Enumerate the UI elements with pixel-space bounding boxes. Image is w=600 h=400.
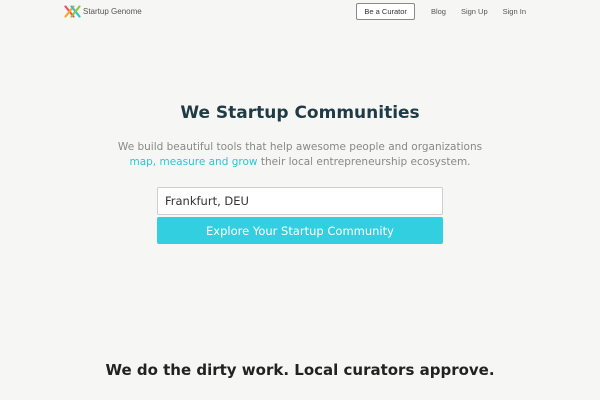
logo-text: Startup Genome	[83, 7, 142, 16]
page: Startup Genome Be a Curator Blog Sign Up…	[0, 0, 600, 400]
logo[interactable]: Startup Genome	[64, 5, 142, 18]
nav-link-sign-in[interactable]: Sign In	[503, 7, 526, 16]
explore-community-button[interactable]: Explore Your Startup Community	[157, 217, 443, 244]
hero-title: We Startup Communities	[180, 103, 420, 123]
hero-subtitle-line1: We build beautiful tools that help aweso…	[117, 141, 483, 153]
top-navigation: Startup Genome Be a Curator Blog Sign Up…	[0, 0, 600, 24]
community-search-input[interactable]	[157, 187, 443, 215]
hero-subtitle: We build beautiful tools that help aweso…	[0, 140, 600, 170]
tagline: We do the dirty work. Local curators app…	[105, 361, 495, 379]
nav-link-sign-up[interactable]: Sign Up	[461, 7, 488, 16]
be-a-curator-button[interactable]: Be a Curator	[356, 3, 415, 20]
hero-subtitle-rest: their local entrepreneurship ecosystem.	[257, 156, 471, 168]
startup-genome-logo-icon	[64, 5, 81, 18]
nav-link-blog[interactable]: Blog	[431, 7, 446, 16]
hero-subtitle-highlight: map, measure and grow	[129, 156, 258, 168]
nav-links: Be a Curator Blog Sign Up Sign In	[356, 3, 526, 20]
